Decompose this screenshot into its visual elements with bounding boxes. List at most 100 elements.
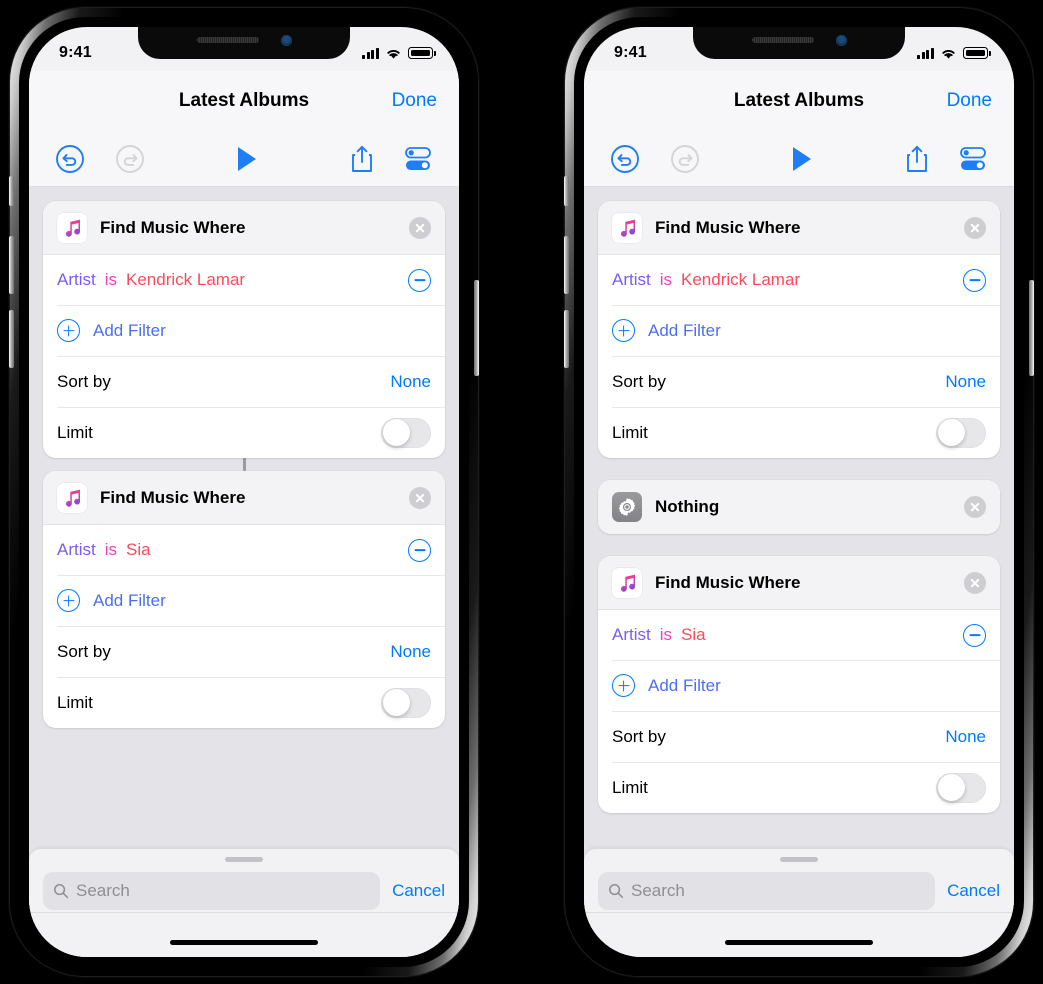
plus-circle-icon[interactable]	[57, 319, 80, 342]
minus-circle-icon[interactable]	[963, 268, 986, 292]
limit-row[interactable]: Limit	[598, 407, 1000, 458]
sheet-divider	[584, 912, 1014, 913]
filter-value[interactable]: Sia	[681, 625, 706, 644]
sort-by-value[interactable]: None	[945, 727, 986, 747]
close-circle-icon[interactable]	[964, 571, 986, 594]
settings-button[interactable]	[403, 145, 433, 173]
search-input[interactable]: Search	[43, 872, 381, 910]
add-filter-row[interactable]: Add Filter	[598, 305, 1000, 356]
action-card-find-music[interactable]: Find Music Where Artist is Kendrick Lamar …	[43, 201, 445, 458]
cellular-bars-icon	[917, 47, 934, 59]
close-circle-icon[interactable]	[409, 486, 431, 509]
action-card-find-music[interactable]: Find Music Where Artist is Sia Add Filter	[43, 471, 445, 728]
limit-row[interactable]: Limit	[43, 407, 445, 458]
page-title: Latest Albums	[733, 90, 865, 111]
sort-by-value[interactable]: None	[390, 642, 431, 662]
minus-circle-icon[interactable]	[408, 268, 431, 292]
add-filter-row[interactable]: Add Filter	[43, 575, 445, 626]
add-filter-row[interactable]: Add Filter	[43, 305, 445, 356]
redo-button[interactable]	[115, 144, 145, 174]
home-indicator[interactable]	[725, 940, 873, 945]
sort-by-row[interactable]: Sort by None	[598, 711, 1000, 762]
limit-toggle[interactable]	[936, 417, 986, 448]
redo-icon	[671, 144, 699, 173]
plus-circle-icon[interactable]	[57, 589, 80, 612]
filter-row[interactable]: Artist is Sia	[43, 525, 445, 575]
limit-toggle[interactable]	[381, 687, 431, 718]
sort-by-label: Sort by	[57, 371, 111, 391]
sort-by-value[interactable]: None	[390, 372, 431, 392]
editor-toolbar	[584, 131, 1014, 187]
filter-field[interactable]: Artist	[57, 540, 96, 559]
filter-operator[interactable]: is	[105, 270, 117, 289]
notch	[138, 27, 350, 59]
sort-by-row[interactable]: Sort by None	[598, 356, 1000, 407]
home-indicator[interactable]	[170, 940, 318, 945]
limit-row[interactable]: Limit	[43, 677, 445, 728]
limit-row[interactable]: Limit	[598, 762, 1000, 813]
share-button[interactable]	[904, 144, 930, 174]
card-header: Nothing	[598, 480, 1000, 534]
nav-bar: Latest Albums Done	[584, 71, 1014, 131]
sort-by-row[interactable]: Sort by None	[43, 356, 445, 407]
undo-button[interactable]	[55, 144, 85, 174]
card-gap	[598, 458, 1000, 480]
silent-switch[interactable]	[564, 176, 569, 206]
volume-down-button[interactable]	[9, 310, 14, 368]
battery-full-icon	[408, 47, 436, 59]
redo-button[interactable]	[670, 144, 700, 174]
filter-operator[interactable]: is	[660, 270, 672, 289]
filter-value[interactable]: Kendrick Lamar	[681, 270, 800, 289]
limit-toggle[interactable]	[936, 772, 986, 803]
close-circle-icon[interactable]	[964, 496, 986, 518]
volume-up-button[interactable]	[9, 236, 14, 294]
wifi-icon	[387, 49, 400, 59]
front-camera-icon	[835, 34, 847, 46]
settings-button[interactable]	[958, 145, 988, 173]
done-button[interactable]: Done	[947, 90, 992, 112]
add-filter-row[interactable]: Add Filter	[598, 660, 1000, 711]
filter-operator[interactable]: is	[105, 540, 117, 559]
share-button[interactable]	[349, 144, 375, 174]
volume-up-button[interactable]	[564, 236, 569, 294]
filter-row[interactable]: Artist is Kendrick Lamar	[43, 255, 445, 305]
filter-expression: Artist is Sia	[612, 625, 963, 645]
redo-icon	[116, 144, 144, 173]
volume-down-button[interactable]	[564, 310, 569, 368]
toggle-knob	[937, 774, 965, 801]
side-button[interactable]	[474, 280, 479, 376]
action-card-nothing[interactable]: Nothing	[598, 480, 1000, 534]
filter-operator[interactable]: is	[660, 625, 672, 644]
search-input[interactable]: Search	[598, 872, 936, 910]
minus-circle-icon[interactable]	[408, 538, 431, 562]
settings-sliders-icon	[960, 146, 986, 170]
filter-value[interactable]: Sia	[126, 540, 151, 559]
side-button[interactable]	[1029, 280, 1034, 376]
cancel-button[interactable]: Cancel	[947, 881, 1000, 901]
sort-by-value[interactable]: None	[945, 372, 986, 392]
plus-circle-icon[interactable]	[612, 674, 635, 697]
silent-switch[interactable]	[9, 176, 14, 206]
play-button[interactable]	[145, 145, 349, 173]
undo-button[interactable]	[610, 144, 640, 174]
filter-field[interactable]: Artist	[612, 625, 651, 644]
cancel-button[interactable]: Cancel	[392, 881, 445, 901]
close-circle-icon[interactable]	[964, 216, 986, 239]
action-card-find-music[interactable]: Find Music Where Artist is Sia Add Filter	[598, 556, 1000, 813]
close-circle-icon[interactable]	[409, 216, 431, 239]
limit-toggle[interactable]	[381, 417, 431, 448]
sort-by-row[interactable]: Sort by None	[43, 626, 445, 677]
filter-field[interactable]: Artist	[57, 270, 96, 289]
minus-circle-icon[interactable]	[963, 623, 986, 647]
filter-value[interactable]: Kendrick Lamar	[126, 270, 245, 289]
action-card-find-music[interactable]: Find Music Where Artist is Kendrick Lamar …	[598, 201, 1000, 458]
play-icon	[238, 146, 256, 171]
filter-row[interactable]: Artist is Sia	[598, 610, 1000, 660]
done-button[interactable]: Done	[392, 90, 437, 112]
filter-field[interactable]: Artist	[612, 270, 651, 289]
play-button[interactable]	[700, 145, 904, 173]
card-title: Find Music Where	[100, 217, 246, 237]
plus-circle-icon[interactable]	[612, 319, 635, 342]
filter-row[interactable]: Artist is Kendrick Lamar	[598, 255, 1000, 305]
card-gap	[598, 534, 1000, 556]
